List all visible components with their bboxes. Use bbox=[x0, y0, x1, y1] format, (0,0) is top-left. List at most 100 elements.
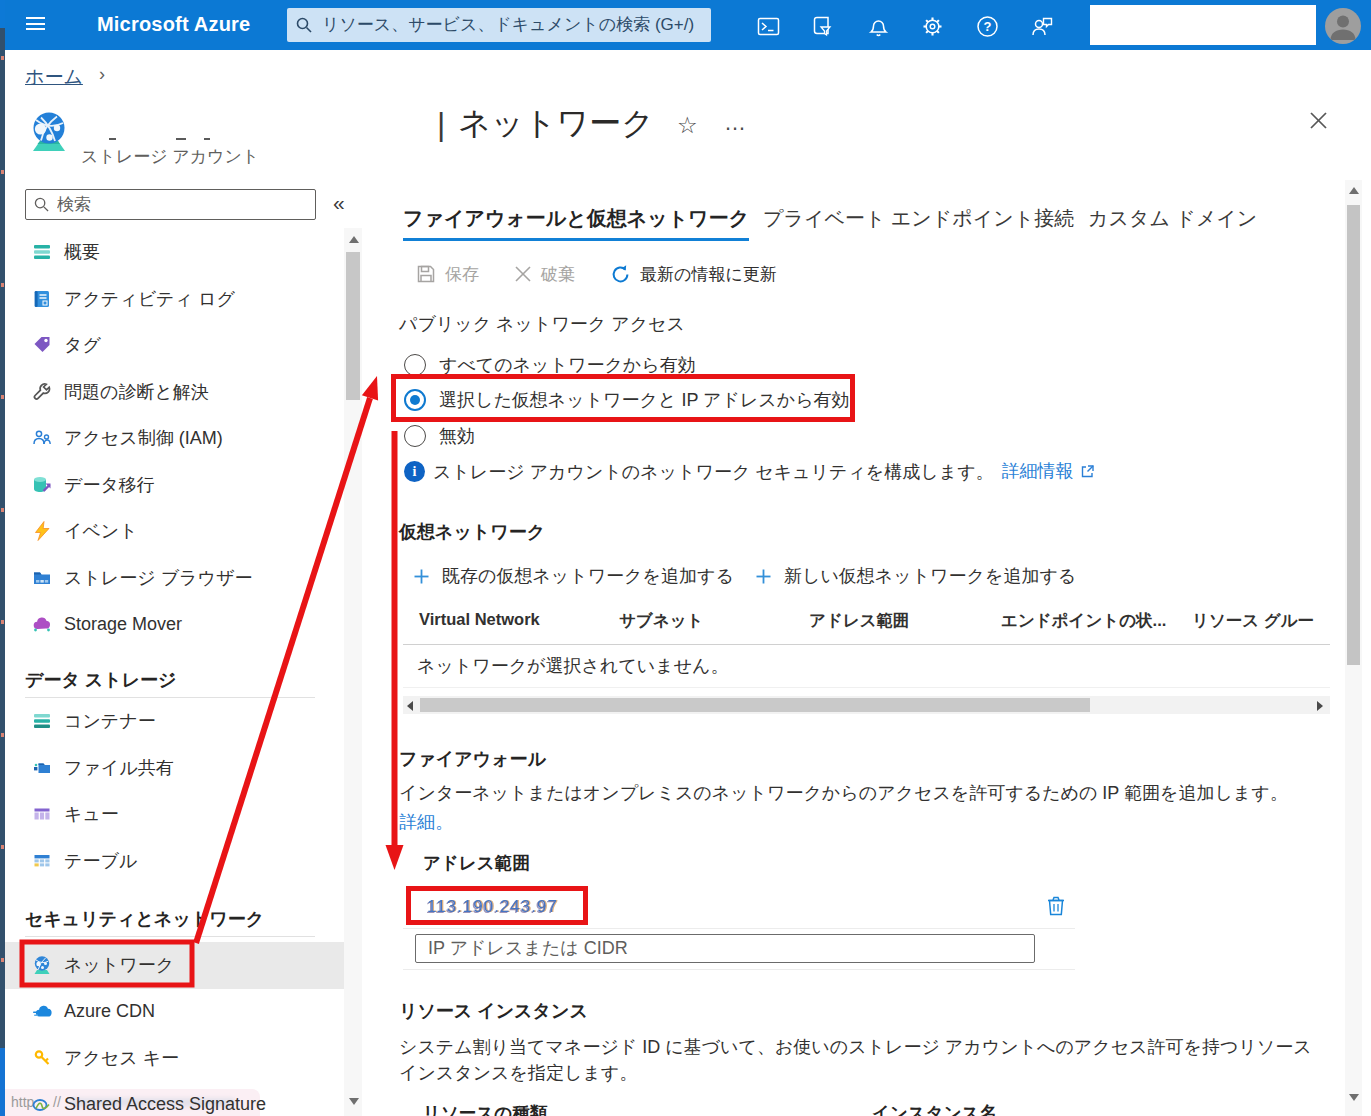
scroll-up-icon[interactable] bbox=[349, 236, 359, 243]
sidebar-item-iam[interactable]: アクセス制御 (IAM) bbox=[0, 415, 344, 462]
save-icon bbox=[416, 264, 436, 284]
sidebar-item-azure-cdn[interactable]: Azure CDN bbox=[0, 989, 344, 1036]
radio-selected-networks[interactable]: 選択した仮想ネットワークと IP アドレスから有効 bbox=[404, 388, 850, 411]
storage-mover-icon bbox=[32, 614, 52, 634]
directory-filter-icon[interactable] bbox=[811, 15, 834, 38]
redacted-name-mark bbox=[204, 138, 210, 140]
hamburger-menu-icon[interactable] bbox=[26, 17, 45, 33]
notifications-bell-icon[interactable] bbox=[867, 15, 890, 38]
background-window-sliver bbox=[0, 0, 5, 1116]
public-network-access-label: パブリック ネットワーク アクセス bbox=[399, 312, 685, 336]
save-button[interactable]: 保存 bbox=[416, 263, 479, 286]
sidebar-item-tables[interactable]: テーブル bbox=[0, 838, 344, 885]
sidebar-item-activity-log[interactable]: アクティビティ ログ bbox=[0, 276, 344, 323]
page-title: | ネットワーク bbox=[437, 102, 654, 146]
settings-gear-icon[interactable] bbox=[921, 15, 944, 38]
shared-access-signature-icon bbox=[32, 1095, 52, 1115]
sidebar-item-overview[interactable]: 概要 bbox=[0, 229, 344, 276]
sidebar-item-access-keys[interactable]: アクセス キー bbox=[0, 1035, 344, 1082]
add-new-vnet-link[interactable]: 新しい仮想ネットワークを追加する bbox=[755, 564, 1076, 588]
sidebar-section-security-networking: セキュリティとネットワーク bbox=[0, 884, 344, 937]
breadcrumb-home-link[interactable]: ホーム bbox=[25, 66, 83, 87]
wrench-icon bbox=[32, 382, 52, 402]
column-header-address-range[interactable]: アドレス範囲 bbox=[809, 610, 910, 632]
horizontal-scrollbar-thumb[interactable] bbox=[420, 698, 1090, 712]
containers-icon bbox=[32, 711, 52, 731]
scroll-up-icon[interactable] bbox=[1349, 187, 1359, 194]
access-control-icon bbox=[32, 428, 52, 448]
feedback-icon[interactable] bbox=[1030, 15, 1053, 38]
svg-text:?: ? bbox=[984, 19, 992, 34]
scroll-down-icon[interactable] bbox=[349, 1098, 359, 1105]
main-scrollbar-thumb[interactable] bbox=[1347, 205, 1360, 665]
close-blade-icon[interactable] bbox=[1309, 111, 1328, 134]
top-bar: Microsoft Azure ? bbox=[0, 0, 1371, 50]
learn-more-link[interactable]: 詳細情報 bbox=[1002, 461, 1074, 481]
scroll-left-icon[interactable] bbox=[407, 701, 413, 711]
column-header-subnet[interactable]: サブネット bbox=[619, 610, 703, 632]
sidebar-item-networking[interactable]: ネットワーク bbox=[0, 942, 344, 989]
sidebar-menu: 概要 アクティビティ ログ タグ 問題の診断と解決 アクセス制御 (IAM) デ… bbox=[0, 229, 344, 1116]
cloud-shell-icon[interactable] bbox=[757, 15, 780, 38]
avatar[interactable] bbox=[1325, 8, 1361, 44]
table-divider bbox=[403, 644, 1330, 645]
refresh-button[interactable]: 最新の情報に更新 bbox=[610, 263, 777, 286]
events-icon bbox=[32, 521, 52, 541]
command-bar: 保存 破棄 最新の情報に更新 bbox=[416, 261, 812, 287]
ip-cidr-input[interactable] bbox=[415, 934, 1035, 963]
plus-icon bbox=[413, 568, 430, 585]
resource-instances-header: リソース インスタンス bbox=[399, 999, 588, 1023]
collapse-sidebar-button[interactable]: « bbox=[333, 191, 345, 215]
sidebar-search-input[interactable] bbox=[25, 189, 316, 220]
sidebar-item-shared-access-signature[interactable]: Shared Access Signature bbox=[0, 1082, 344, 1116]
tab-firewalls-and-virtual-networks[interactable]: ファイアウォールと仮想ネットワーク bbox=[403, 205, 749, 241]
delete-ip-icon[interactable] bbox=[1046, 895, 1066, 921]
tags-icon bbox=[32, 335, 52, 355]
more-options-icon[interactable]: … bbox=[724, 110, 747, 136]
radio-icon[interactable] bbox=[404, 354, 426, 376]
radio-icon[interactable] bbox=[404, 425, 426, 447]
column-header-virtual-network[interactable]: Virtual Network bbox=[419, 610, 540, 629]
queues-icon bbox=[32, 804, 52, 824]
tab-private-endpoint-connections[interactable]: プライベート エンドポイント接続 bbox=[763, 205, 1074, 238]
sidebar-item-diagnose[interactable]: 問題の診断と解決 bbox=[0, 369, 344, 416]
main-panel: | ネットワーク ☆ … ファイアウォールと仮想ネットワーク プライベート エン… bbox=[366, 50, 1371, 1116]
radio-disabled[interactable]: 無効 bbox=[404, 424, 475, 447]
sidebar-item-storage-browser[interactable]: ストレージ ブラウザー bbox=[0, 555, 344, 602]
radio-selected-icon[interactable] bbox=[404, 389, 426, 411]
sidebar-scrollbar-thumb[interactable] bbox=[346, 252, 360, 400]
azure-portal-page: Microsoft Azure ? ホーム › bbox=[0, 0, 1371, 1116]
add-existing-vnet-link[interactable]: 既存の仮想ネットワークを追加する bbox=[413, 564, 734, 588]
azure-cdn-icon bbox=[32, 1002, 52, 1022]
radio-all-networks[interactable]: すべてのネットワークから有効 bbox=[404, 353, 696, 376]
sidebar-item-containers[interactable]: コンテナー bbox=[0, 698, 344, 745]
sidebar-item-storage-mover[interactable]: Storage Mover bbox=[0, 601, 344, 648]
column-header-resource-group[interactable]: リソース グルー bbox=[1192, 610, 1330, 632]
activity-log-icon bbox=[32, 289, 52, 309]
tab-custom-domain[interactable]: カスタム ドメイン bbox=[1088, 205, 1257, 238]
sidebar-item-file-shares[interactable]: ファイル共有 bbox=[0, 745, 344, 792]
search-icon bbox=[34, 197, 49, 216]
sidebar-item-events[interactable]: イベント bbox=[0, 508, 344, 555]
help-icon[interactable]: ? bbox=[976, 15, 999, 38]
firewall-detail-link[interactable]: 詳細。 bbox=[399, 812, 453, 832]
redacted-name-mark bbox=[176, 138, 186, 140]
global-search-input[interactable] bbox=[287, 8, 711, 42]
discard-button[interactable]: 破棄 bbox=[514, 263, 575, 286]
scroll-right-icon[interactable] bbox=[1317, 701, 1323, 711]
info-icon: i bbox=[404, 461, 425, 482]
sidebar-item-data-migration[interactable]: データ移行 bbox=[0, 462, 344, 509]
account-subtitle: ストレージ アカウント bbox=[81, 145, 259, 168]
sidebar-item-queues[interactable]: キュー bbox=[0, 791, 344, 838]
access-keys-icon bbox=[32, 1048, 52, 1068]
breadcrumb: ホーム bbox=[25, 64, 83, 90]
data-migration-icon bbox=[32, 475, 52, 495]
brand-title: Microsoft Azure bbox=[97, 13, 250, 36]
scroll-down-icon[interactable] bbox=[1349, 1094, 1359, 1101]
favorite-star-icon[interactable]: ☆ bbox=[677, 112, 698, 139]
ip-address-value[interactable]: 113.190.243.97 bbox=[427, 897, 558, 917]
instance-name-column-label: インスタンス名 bbox=[872, 1101, 997, 1116]
column-header-endpoint-status[interactable]: エンドポイントの状... bbox=[1001, 610, 1177, 632]
info-banner: i ストレージ アカウントのネットワーク セキュリティを構成します。 詳細情報 bbox=[404, 459, 1095, 484]
sidebar-item-tags[interactable]: タグ bbox=[0, 322, 344, 369]
